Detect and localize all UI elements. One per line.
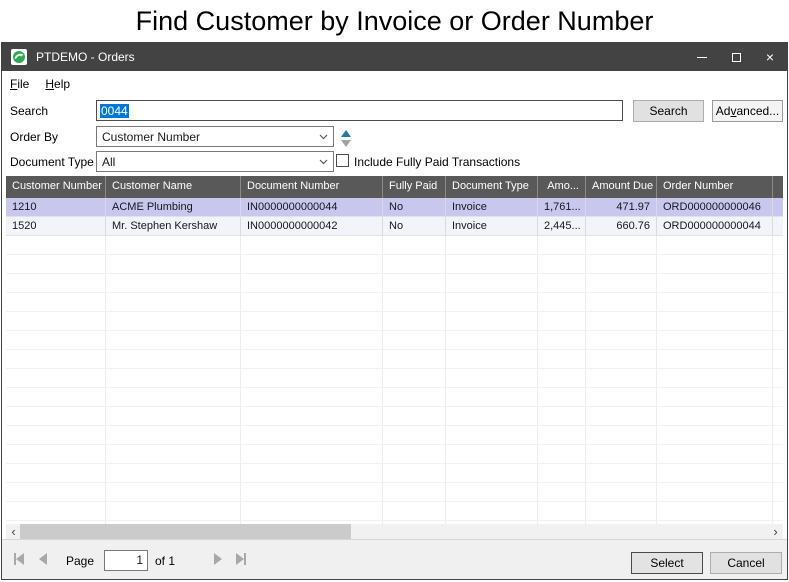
window-titlebar: PTDEMO - Orders × [2, 43, 787, 71]
empty-row [6, 464, 783, 483]
table-cell: ACME Plumbing [106, 198, 241, 217]
app-icon [11, 49, 27, 65]
results-table: Customer NumberCustomer NameDocument Num… [6, 176, 783, 524]
document-type-dropdown[interactable]: All [96, 151, 334, 172]
orders-window: PTDEMO - Orders × File Help Search 0044 … [1, 42, 788, 580]
empty-row [6, 502, 783, 521]
table-cell [773, 217, 783, 236]
sort-ascending-icon [341, 130, 351, 137]
empty-row [6, 426, 783, 445]
maximize-button[interactable] [719, 43, 753, 71]
table-cell: No [383, 217, 446, 236]
minimize-icon [697, 57, 707, 58]
first-page-icon [16, 553, 24, 565]
empty-row [6, 483, 783, 502]
previous-page-icon [39, 553, 47, 565]
horizontal-scrollbar[interactable]: ‹ › [6, 524, 783, 539]
window-controls: × [685, 43, 787, 71]
table-cell: IN0000000000042 [241, 217, 383, 236]
next-page-button[interactable] [214, 552, 230, 566]
empty-row [6, 236, 783, 255]
table-cell: 2,445... [538, 217, 586, 236]
menu-file[interactable]: File [2, 73, 37, 95]
column-header[interactable]: Fully Paid [383, 176, 446, 198]
table-cell: 1210 [6, 198, 106, 217]
next-page-icon [214, 553, 222, 565]
menu-help[interactable]: Help [37, 73, 78, 95]
chevron-down-icon [319, 159, 328, 165]
select-button[interactable]: Select [631, 552, 703, 574]
scroll-left-icon[interactable]: ‹ [6, 524, 21, 539]
empty-row [6, 274, 783, 293]
advanced-button[interactable]: Advanced... [712, 100, 783, 122]
table-cell: ORD000000000046 [657, 198, 773, 217]
last-page-icon [236, 553, 244, 565]
empty-row [6, 331, 783, 350]
column-header[interactable]: Customer Name [106, 176, 241, 198]
column-header[interactable]: Document Number [241, 176, 383, 198]
close-button[interactable]: × [753, 43, 787, 71]
cancel-button[interactable]: Cancel [710, 552, 782, 574]
column-header[interactable]: Amount Due [586, 176, 657, 198]
table-cell [773, 198, 783, 217]
column-header[interactable] [773, 176, 783, 198]
empty-row [6, 445, 783, 464]
previous-page-button[interactable] [39, 552, 55, 566]
table-cell: Invoice [446, 198, 538, 217]
table-cell: IN0000000000044 [241, 198, 383, 217]
sort-descending-icon [341, 140, 351, 147]
menu-bar: File Help [2, 71, 787, 96]
page-count-label: of 1 [155, 554, 175, 568]
document-type-value: All [102, 155, 319, 169]
search-button[interactable]: Search [633, 100, 704, 122]
footer-bar: Page 1 of 1 Select Cancel [2, 539, 787, 579]
empty-row [6, 255, 783, 274]
table-cell: ORD000000000044 [657, 217, 773, 236]
first-page-button[interactable] [14, 552, 30, 566]
order-by-value: Customer Number [102, 130, 319, 144]
empty-row [6, 350, 783, 369]
search-input-value: 0044 [100, 104, 129, 118]
empty-row [6, 312, 783, 331]
column-header[interactable]: Document Type [446, 176, 538, 198]
table-cell: Mr. Stephen Kershaw [106, 217, 241, 236]
last-page-button[interactable] [236, 552, 252, 566]
table-header-row: Customer NumberCustomer NameDocument Num… [6, 176, 783, 198]
table-cell: 660.76 [586, 217, 657, 236]
maximize-icon [732, 53, 741, 62]
table-cell: No [383, 198, 446, 217]
search-label: Search [10, 104, 48, 118]
close-icon: × [766, 50, 774, 64]
order-by-dropdown[interactable]: Customer Number [96, 126, 334, 147]
table-row[interactable]: 1520Mr. Stephen KershawIN0000000000042No… [6, 217, 783, 236]
document-type-label: Document Type [10, 155, 94, 169]
empty-row [6, 407, 783, 426]
page-title: Find Customer by Invoice or Order Number [0, 2, 789, 40]
scroll-right-icon[interactable]: › [768, 524, 783, 539]
scrollbar-thumb[interactable] [20, 524, 351, 539]
column-header[interactable]: Order Number [657, 176, 773, 198]
table-cell: 1520 [6, 217, 106, 236]
column-header[interactable]: Amo... [538, 176, 586, 198]
empty-row [6, 293, 783, 312]
table-cell: 471.97 [586, 198, 657, 217]
table-cell: 1,761... [538, 198, 586, 217]
include-fully-paid-checkbox[interactable] [336, 154, 349, 167]
chevron-down-icon [319, 134, 328, 140]
table-row[interactable]: 1210ACME PlumbingIN0000000000044NoInvoic… [6, 198, 783, 217]
window-title: PTDEMO - Orders [36, 50, 685, 64]
table-cell: Invoice [446, 217, 538, 236]
page-number-input[interactable]: 1 [104, 550, 148, 571]
empty-row [6, 369, 783, 388]
column-header[interactable]: Customer Number [6, 176, 106, 198]
include-fully-paid-label: Include Fully Paid Transactions [354, 155, 520, 169]
minimize-button[interactable] [685, 43, 719, 71]
order-direction-spinner[interactable] [338, 127, 354, 149]
order-by-label: Order By [10, 130, 58, 144]
empty-row [6, 388, 783, 407]
search-input[interactable]: 0044 [96, 100, 623, 121]
page-label: Page [66, 554, 94, 568]
